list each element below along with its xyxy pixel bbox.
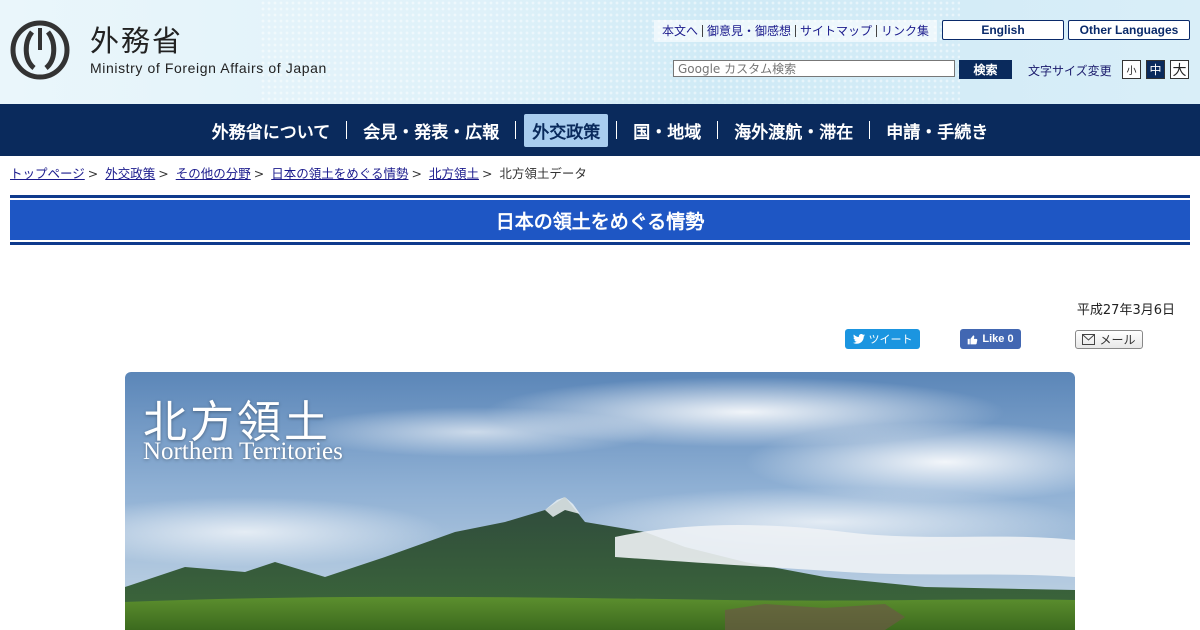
fontsize-large-button[interactable]: 大 <box>1170 60 1189 79</box>
global-nav: 外務省について 会見・発表・広報 外交政策 国・地域 海外渡航・滞在 申請・手続… <box>0 104 1200 156</box>
logo-title-en[interactable]: Ministry of Foreign Affairs of Japan <box>90 60 327 76</box>
nav-separator <box>346 121 348 139</box>
like-label: Like 0 <box>982 333 1014 345</box>
util-link-links[interactable]: リンク集 <box>877 25 933 37</box>
english-button[interactable]: English <box>942 20 1064 40</box>
hero-title-en: Northern Territories <box>143 438 343 465</box>
search-button[interactable]: 検索 <box>959 60 1012 79</box>
breadcrumb-link-top[interactable]: トップページ <box>10 166 85 181</box>
nav-regions[interactable]: 国・地域 <box>625 114 709 147</box>
util-link-feedback[interactable]: 御意見・御感想 <box>703 25 797 37</box>
mail-label: メール <box>1099 333 1136 347</box>
nav-separator <box>616 121 618 139</box>
search-input[interactable] <box>673 60 955 77</box>
site-header: 外務省 Ministry of Foreign Affairs of Japan… <box>0 0 1200 104</box>
breadcrumb-current: 北方領土データ <box>499 166 587 181</box>
nav-press[interactable]: 会見・発表・広報 <box>355 114 507 147</box>
breadcrumb-link-policy[interactable]: 外交政策 <box>105 166 155 181</box>
envelope-icon <box>1082 334 1096 345</box>
tweet-button[interactable]: ツイート <box>845 329 920 349</box>
logo-title-ja[interactable]: 外務省 <box>90 18 183 60</box>
other-languages-button[interactable]: Other Languages <box>1068 20 1190 40</box>
fontsize-label: 文字サイズ変更 <box>1028 64 1112 78</box>
hero-image: 北方領土 Northern Territories <box>125 372 1075 630</box>
thumbs-up-icon <box>968 334 978 344</box>
breadcrumb: トップページ > 外交政策 > その他の分野 > 日本の領土をめぐる情勢 > 北方領土 >… <box>10 166 587 181</box>
util-link-sitemap[interactable]: サイトマップ <box>796 25 878 37</box>
nav-about[interactable]: 外務省について <box>204 114 339 147</box>
nav-separator <box>717 121 719 139</box>
mofa-emblem-icon[interactable] <box>10 20 70 80</box>
twitter-bird-icon <box>852 334 865 344</box>
nav-applications[interactable]: 申請・手続き <box>878 114 996 147</box>
page-title: 日本の領土をめぐる情勢 <box>495 210 705 233</box>
nav-separator <box>515 121 517 139</box>
utility-links: 本文へ 御意見・御感想 サイトマップ リンク集 <box>654 20 938 42</box>
tweet-label: ツイート <box>868 333 913 346</box>
fontsize-small-button[interactable]: 小 <box>1122 60 1141 79</box>
breadcrumb-link-territory[interactable]: 日本の領土をめぐる情勢 <box>271 166 408 181</box>
nav-separator <box>869 121 871 139</box>
world-map-background <box>260 0 960 104</box>
breadcrumb-link-northern[interactable]: 北方領土 <box>429 166 479 181</box>
mail-button[interactable]: メール <box>1075 330 1143 349</box>
nav-foreign-policy[interactable]: 外交政策 <box>524 113 609 147</box>
breadcrumb-link-other[interactable]: その他の分野 <box>176 166 251 181</box>
page-title-bar: 日本の領土をめぐる情勢 <box>10 195 1190 245</box>
util-link-main-content[interactable]: 本文へ <box>658 25 704 37</box>
nav-travel[interactable]: 海外渡航・滞在 <box>726 114 861 147</box>
fontsize-medium-button[interactable]: 中 <box>1146 60 1165 79</box>
publish-date: 平成27年3月6日 <box>1076 303 1175 318</box>
facebook-like-button[interactable]: Like 0 <box>960 329 1021 349</box>
